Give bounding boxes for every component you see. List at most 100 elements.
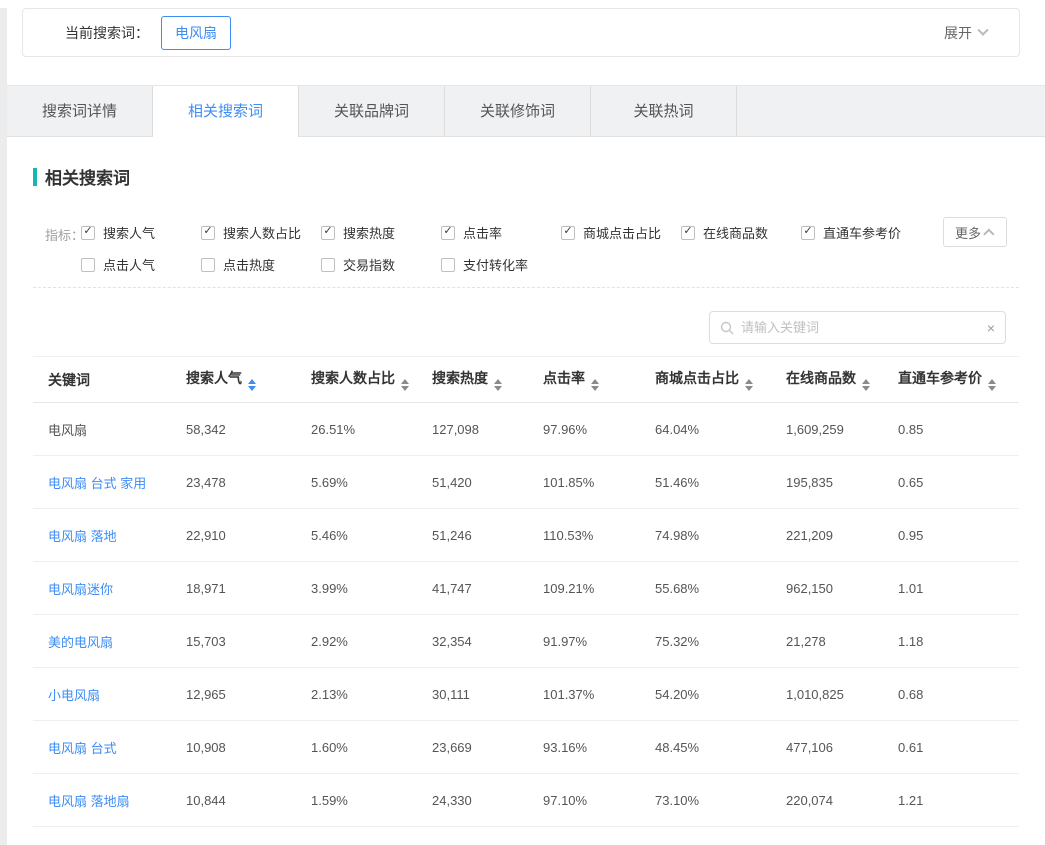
sort-icon[interactable] [401, 379, 409, 391]
filter-checkbox-item[interactable]: ✓ 点击热度 [201, 255, 321, 274]
column-header-label: 直通车参考价 [898, 370, 982, 386]
current-search-term-chip[interactable]: 电风扇 [161, 16, 231, 50]
filter-checkbox-item[interactable]: ✓商城点击占比 [561, 223, 681, 242]
checkbox-checked-icon[interactable]: ✓ [201, 226, 215, 240]
keyword-link[interactable]: 小电风扇 [33, 668, 171, 721]
value-cell: 195,835 [771, 456, 883, 509]
sort-icon[interactable] [494, 379, 502, 391]
checkbox-unchecked-icon[interactable]: ✓ [321, 258, 335, 272]
sort-icon[interactable] [591, 379, 599, 391]
filter-label: 直通车参考价 [823, 223, 901, 242]
column-header[interactable]: 搜索人气 [171, 357, 296, 403]
value-cell: 64.04% [640, 403, 771, 456]
tab-hot-words[interactable]: 关联热词 [591, 86, 737, 137]
value-cell: 0.95 [883, 509, 1019, 562]
column-header[interactable]: 在线商品数 [771, 357, 883, 403]
value-cell: 0.65 [883, 456, 1019, 509]
filter-checkbox-item[interactable]: ✓ 支付转化率 [441, 255, 561, 274]
keyword-link[interactable]: 美的电风扇 [33, 615, 171, 668]
value-cell: 0.68 [883, 668, 1019, 721]
check-mark-icon: ✓ [323, 226, 332, 237]
value-cell: 5.69% [296, 456, 417, 509]
value-cell: 101.37% [528, 668, 640, 721]
table-header-row: 关键词搜索人气搜索人数占比搜索热度点击率商城点击占比在线商品数直通车参考价 [33, 357, 1019, 403]
filter-checkbox-item[interactable]: ✓点击率 [441, 223, 561, 242]
table-row: 电风扇 台式 家用23,4785.69%51,420101.85%51.46%1… [33, 456, 1019, 509]
value-cell: 1.01 [883, 562, 1019, 615]
value-cell: 22,910 [171, 509, 296, 562]
tab-modifier-words[interactable]: 关联修饰词 [445, 86, 591, 137]
column-header[interactable]: 直通车参考价 [883, 357, 1019, 403]
filter-label: 点击热度 [223, 255, 275, 274]
tab-search-term-detail[interactable]: 搜索词详情 [7, 86, 153, 137]
column-header[interactable]: 商城点击占比 [640, 357, 771, 403]
filter-checkbox-item[interactable]: ✓搜索热度 [321, 223, 441, 242]
value-cell: 109.21% [528, 562, 640, 615]
value-cell: 55.68% [640, 562, 771, 615]
title-accent-bar [33, 168, 37, 186]
check-mark-icon: ✓ [203, 226, 212, 237]
table-row: 美的电风扇15,7032.92%32,35491.97%75.32%21,278… [33, 615, 1019, 668]
filter-label: 搜索人数占比 [223, 223, 301, 242]
filter-checkbox-item[interactable]: ✓ 直通车参考价 [801, 223, 921, 242]
value-cell: 10,844 [171, 774, 296, 827]
column-header[interactable]: 搜索人数占比 [296, 357, 417, 403]
filter-checkbox-item[interactable]: ✓ 搜索人气 [81, 223, 201, 242]
check-mark-icon: ✓ [683, 226, 692, 237]
value-cell: 10,908 [171, 721, 296, 774]
checkbox-checked-icon[interactable]: ✓ [561, 226, 575, 240]
keyword-search-box[interactable]: × [709, 311, 1006, 344]
value-cell: 21,278 [771, 615, 883, 668]
value-cell: 24,330 [417, 774, 528, 827]
current-search-label: 当前搜索词： [65, 23, 149, 43]
keyword-link[interactable]: 电风扇 落地 [33, 509, 171, 562]
filter-checkbox-item[interactable]: ✓点击人气 [81, 255, 201, 274]
value-cell: 54.20% [640, 668, 771, 721]
keyword-link[interactable]: 电风扇迷你 [33, 562, 171, 615]
keyword-search-input[interactable] [741, 320, 987, 335]
checkbox-unchecked-icon[interactable]: ✓ [441, 258, 455, 272]
check-mark-icon: ✓ [83, 226, 92, 237]
checkbox-checked-icon[interactable]: ✓ [321, 226, 335, 240]
page-left-gutter [0, 8, 7, 845]
checkbox-checked-icon[interactable]: ✓ [681, 226, 695, 240]
table-row: 小电风扇12,9652.13%30,111101.37%54.20%1,010,… [33, 668, 1019, 721]
value-cell: 12,965 [171, 668, 296, 721]
tab-brand-words[interactable]: 关联品牌词 [299, 86, 445, 137]
checkbox-checked-icon[interactable]: ✓ [441, 226, 455, 240]
tab-related-search-words[interactable]: 相关搜索词 [153, 86, 299, 137]
keyword-link[interactable]: 电风扇 台式 家用 [33, 456, 171, 509]
table-body: 电风扇58,34226.51%127,09897.96%64.04%1,609,… [33, 403, 1019, 827]
column-header[interactable]: 搜索热度 [417, 357, 528, 403]
value-cell: 221,209 [771, 509, 883, 562]
value-cell: 23,669 [417, 721, 528, 774]
value-cell: 110.53% [528, 509, 640, 562]
filter-checkbox-item[interactable]: ✓在线商品数 [681, 223, 801, 242]
clear-search-icon[interactable]: × [987, 321, 995, 335]
checkbox-unchecked-icon[interactable]: ✓ [81, 258, 95, 272]
keyword-link[interactable]: 电风扇 台式 [33, 721, 171, 774]
more-label: 更多 [955, 223, 981, 242]
column-header-label: 搜索人气 [186, 370, 242, 386]
sort-icon[interactable] [988, 379, 996, 391]
filter-label: 支付转化率 [463, 255, 528, 274]
column-header[interactable]: 点击率 [528, 357, 640, 403]
tab-bar: 搜索词详情相关搜索词关联品牌词关联修饰词关联热词 [7, 85, 1045, 137]
sort-icon[interactable] [248, 379, 256, 391]
more-button[interactable]: 更多 [943, 217, 1007, 247]
value-cell: 1,010,825 [771, 668, 883, 721]
keyword-link[interactable]: 电风扇 落地扇 [33, 774, 171, 827]
column-header-label: 商城点击占比 [655, 370, 739, 386]
sort-icon[interactable] [862, 379, 870, 391]
value-cell: 220,074 [771, 774, 883, 827]
filter-checkbox-item[interactable]: ✓交易指数 [321, 255, 441, 274]
value-cell: 477,106 [771, 721, 883, 774]
checkbox-checked-icon[interactable]: ✓ [801, 226, 815, 240]
search-icon [720, 321, 734, 335]
sort-icon[interactable] [745, 379, 753, 391]
checkbox-unchecked-icon[interactable]: ✓ [201, 258, 215, 272]
expand-button[interactable]: 展开 [944, 23, 987, 43]
filter-checkbox-item[interactable]: ✓ 搜索人数占比 [201, 223, 321, 242]
filter-label: 搜索人气 [103, 223, 155, 242]
value-cell: 127,098 [417, 403, 528, 456]
